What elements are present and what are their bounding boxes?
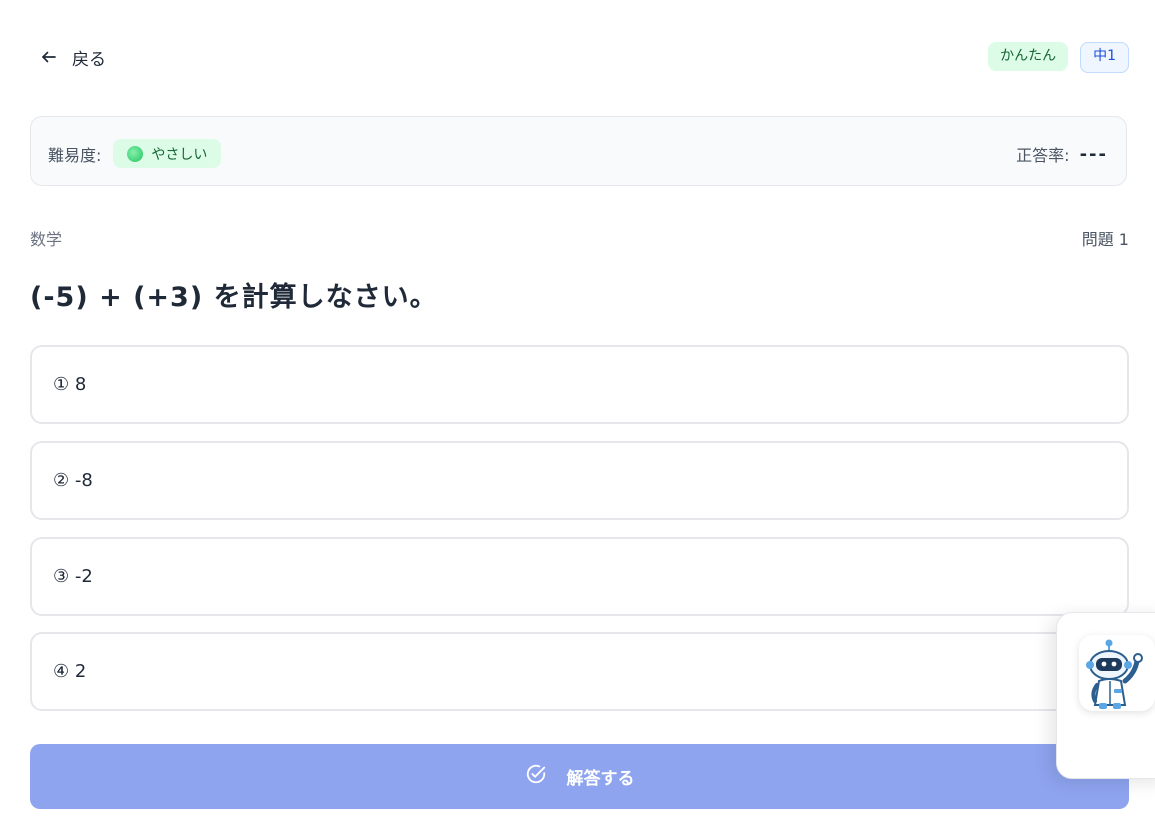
back-label: 戻る — [72, 49, 106, 70]
accuracy-label: 正答率: — [1016, 146, 1070, 165]
answer-option-2[interactable]: ② -8 — [30, 441, 1129, 520]
option-label: ④ 2 — [53, 661, 87, 682]
question-badges: かんたん 中1 — [988, 42, 1129, 73]
option-label: ③ -2 — [53, 566, 93, 587]
accuracy: 正答率: --- — [1016, 142, 1108, 166]
difficulty-label: 難易度: — [48, 145, 102, 165]
accuracy-value: --- — [1079, 143, 1108, 165]
robot-mascot-icon[interactable] — [1079, 635, 1155, 711]
option-label: ② -8 — [53, 470, 93, 491]
question-info-card: 難易度: やさしい 正答率: --- — [30, 116, 1127, 186]
difficulty-pill: やさしい — [113, 139, 222, 168]
submit-answer-button[interactable]: 解答する — [30, 744, 1129, 809]
submit-label: 解答する — [566, 769, 635, 789]
grade-badge: 中1 — [1080, 42, 1129, 73]
answer-option-4[interactable]: ④ 2 — [30, 632, 1129, 711]
option-label: ① 8 — [53, 374, 87, 395]
subject-label: 数学 — [30, 230, 63, 249]
quiz-page: 戻る かんたん 中1 難易度: やさしい 正答率: --- 数学 問題 1 (-… — [0, 0, 1155, 820]
question-text: (-5) + (+3) を計算しなさい。 — [30, 282, 438, 313]
arrow-left-icon — [40, 48, 58, 66]
question-number: 問題 1 — [1081, 230, 1129, 249]
mascot-panel — [1056, 612, 1155, 779]
level-badge: かんたん — [988, 42, 1069, 71]
difficulty: 難易度: やさしい — [48, 139, 222, 168]
check-circle-icon — [525, 763, 547, 790]
difficulty-value: やさしい — [151, 146, 208, 163]
back-button[interactable]: 戻る — [40, 40, 106, 74]
answer-option-1[interactable]: ① 8 — [30, 345, 1129, 424]
green-dot-icon — [127, 145, 144, 162]
answer-option-3[interactable]: ③ -2 — [30, 537, 1129, 616]
